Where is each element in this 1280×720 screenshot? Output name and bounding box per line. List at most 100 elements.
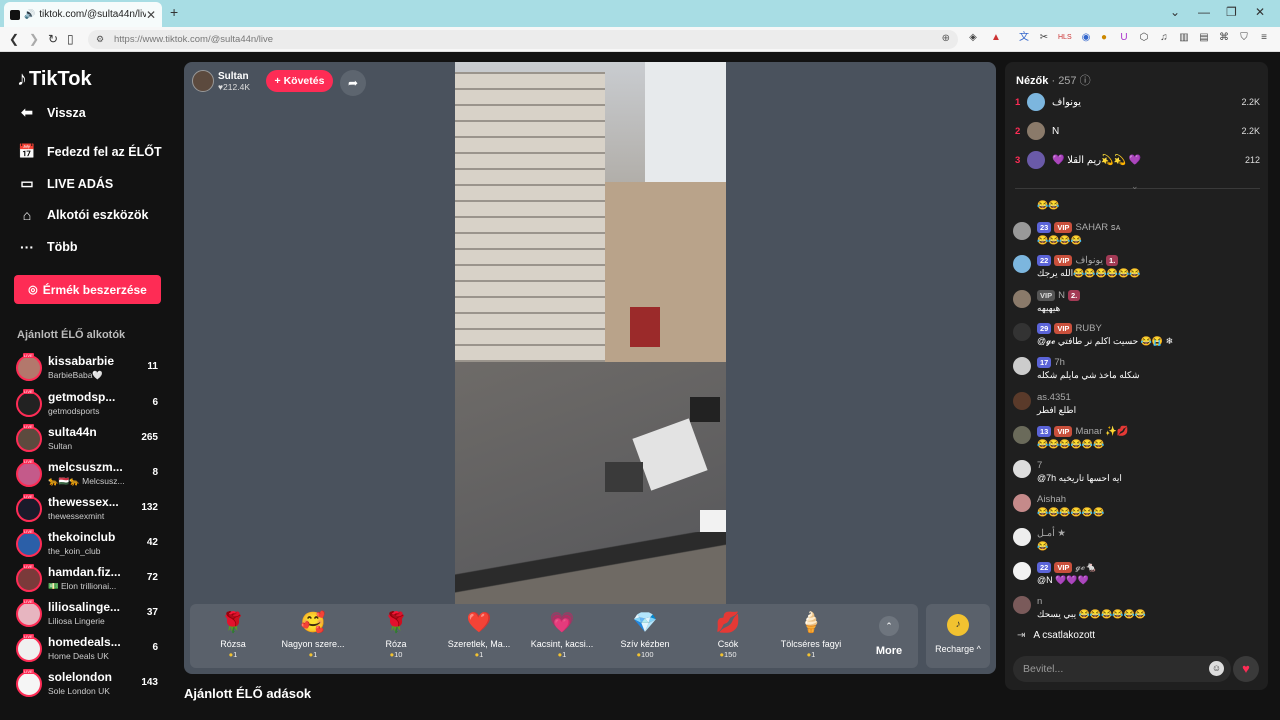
gift-name: Szeretlek, Ma... [447, 639, 511, 649]
message-header: 22 VIP 𝓰𝓮🐁 [1037, 562, 1097, 573]
reload-icon[interactable]: ↻ [48, 32, 58, 46]
gift-item[interactable]: 🥰 Nagyon szere... ●1 [272, 610, 354, 666]
menu-icon[interactable]: ≡ [1258, 32, 1270, 44]
gift-item[interactable]: 🌹 Róza ●10 [355, 610, 437, 666]
message-text: @𝓰𝓮 حسيت اكلم نر طافتي 😂😭 ❄ [1037, 336, 1174, 346]
warning-icon[interactable]: ▲ [990, 32, 1002, 44]
message-text: اطلع افطر [1037, 405, 1077, 415]
live-badge: LIVE [23, 634, 34, 639]
tab-list-chevron-icon[interactable]: ⌄ [1170, 5, 1180, 19]
sender-name: 7h [1054, 357, 1065, 368]
creator-item[interactable]: LIVE homedeals... Home Deals UK 6 [16, 634, 161, 666]
creator-item[interactable]: LIVE solelondon Sole London UK 143 [16, 669, 161, 701]
avatar [1013, 255, 1031, 273]
translate-icon[interactable]: 文 [1018, 32, 1030, 44]
rosa-gift-icon: 🌹 [383, 612, 409, 634]
sidebar-item-creator-tools[interactable]: ⌂ Alkotói eszközök [17, 207, 149, 223]
avatar [16, 496, 42, 522]
gift-item[interactable]: 💎 Szív kézben ●100 [604, 610, 686, 666]
sidebar-item-live-studio[interactable]: ▭ LIVE ADÁS [17, 175, 113, 192]
sidebar-item-more[interactable]: ··· Több [17, 239, 78, 255]
recharge-label: Recharge ^ [935, 644, 981, 654]
gift-item[interactable]: ❤️ Szeretlek, Ma... ●1 [438, 610, 520, 666]
tab-title: tiktok.com/@sulta44n/live [39, 9, 146, 20]
speaker-icon[interactable]: 🔊 [24, 9, 35, 20]
gift-item[interactable]: 🌹 Rózsa ●1 [192, 610, 274, 666]
more-label: More [875, 645, 903, 657]
hls-icon[interactable]: HLS [1058, 32, 1072, 44]
zoom-icon[interactable]: ⊕ [942, 33, 950, 44]
chat-input-placeholder: Bevitel... [1023, 663, 1064, 675]
avatar [1013, 494, 1031, 512]
creator-item[interactable]: LIVE thewessex... thewessexmint 132 [16, 494, 161, 526]
host-info[interactable]: Sultan ♥212.4K [192, 70, 250, 92]
get-coins-button[interactable]: ◎ Érmék beszerzése [14, 275, 161, 304]
extension-icon[interactable]: ✂ [1038, 32, 1050, 44]
live-player[interactable]: Sultan ♥212.4K + Követés ➦ 🌹 Rózsa ●1 🥰 … [184, 62, 996, 674]
restore-icon[interactable]: ❐ [1226, 5, 1237, 19]
avatar [1013, 528, 1031, 546]
more-gifts-button[interactable]: ⌃ More [866, 610, 912, 664]
url-field[interactable]: ⚙ https://www.tiktok.com/@sulta44n/live … [88, 30, 958, 49]
tiktok-logo[interactable]: ♪ TikTok [17, 68, 92, 91]
extension-globe-icon[interactable]: ◉ [1080, 32, 1092, 44]
avatar [1027, 122, 1045, 140]
extension-u-icon[interactable]: U [1118, 32, 1130, 44]
host-avatar[interactable] [192, 70, 214, 92]
creator-item[interactable]: LIVE kissabarbie BarbieBaba🤍 11 [16, 353, 161, 385]
top-viewer-row[interactable]: 3 💜 ريم القلا💫💫 💜 212 [1015, 150, 1260, 170]
extension-color-icon[interactable]: ● [1098, 32, 1110, 44]
top-viewer-row[interactable]: 2 N 2.2K [1015, 121, 1260, 141]
live-video[interactable] [455, 62, 726, 604]
gift-item[interactable]: 💗 Kacsint, kacsi... ●1 [521, 610, 603, 666]
viewers-header[interactable]: Nézők · 257 ⓘ [1016, 72, 1091, 88]
extension-puzzle-icon[interactable]: ⬡ [1138, 32, 1150, 44]
creator-item[interactable]: LIVE liliosalinge... Liliosa Lingerie 37 [16, 599, 161, 631]
shield-icon[interactable]: ◈ [967, 32, 979, 44]
avatar [1013, 323, 1031, 341]
share-icon[interactable]: ➦ [340, 70, 366, 96]
chevron-down-icon[interactable]: ⌄ [1131, 181, 1139, 192]
vpn-icon[interactable]: ⌘ [1218, 32, 1230, 44]
avatar [16, 566, 42, 592]
video-building [455, 72, 605, 392]
site-settings-icon[interactable]: ⚙ [96, 34, 104, 45]
close-tab-icon[interactable]: ✕ [146, 8, 156, 22]
creator-item[interactable]: LIVE hamdan.fiz... 💵 Elon trillionai... … [16, 564, 161, 596]
creator-item[interactable]: LIVE thekoinclub the_koin_club 42 [16, 529, 161, 561]
sidebar-item-explore-live[interactable]: 📅 Fedezd fel az ÉLŐT [17, 143, 161, 160]
browser-tab[interactable]: 🔊 tiktok.com/@sulta44n/live ✕ [4, 2, 162, 27]
avatar [1013, 596, 1031, 614]
message-header: n [1037, 596, 1042, 607]
creator-name: thewessex... [48, 495, 119, 509]
creator-item[interactable]: LIVE getmodsp... getmodsports 6 [16, 389, 161, 421]
message-text: 😂😂😂😂😂😂 [1037, 507, 1105, 517]
help-icon[interactable]: ⓘ [1080, 75, 1091, 87]
creator-item[interactable]: LIVE sulta44n Sultan 265 [16, 424, 161, 456]
recharge-button[interactable]: ♪ Recharge ^ [926, 604, 990, 668]
bookmark-icon[interactable]: ▯ [67, 32, 74, 46]
top-viewer-row[interactable]: 1 يونواف 2.2K [1015, 92, 1260, 112]
music-icon[interactable]: ♫ [1158, 32, 1170, 44]
sidebar-icon[interactable]: ▥ [1178, 32, 1190, 44]
creator-sub: thewessexmint [48, 511, 105, 521]
brave-shield-icon[interactable]: ⛉ [1238, 32, 1250, 44]
gift-item[interactable]: 💋 Csók ●150 [687, 610, 769, 666]
host-likes: ♥212.4K [218, 81, 250, 92]
creator-item[interactable]: LIVE melcsuszm... 🐆🇭🇺🐆 Melcsusz... 8 [16, 459, 161, 491]
chat-input[interactable]: Bevitel... ☺ [1013, 656, 1231, 682]
follow-button[interactable]: + Követés [266, 70, 333, 92]
gift-name: Csók [717, 639, 739, 649]
creator-sub: Sole London UK [48, 686, 110, 696]
get-coins-label: Érmék beszerzése [42, 282, 147, 297]
wallet-icon[interactable]: ▤ [1198, 32, 1210, 44]
new-tab-icon[interactable]: + [170, 4, 178, 20]
back-icon[interactable]: ❮ [9, 32, 19, 46]
forward-icon[interactable]: ❯ [29, 32, 39, 46]
close-window-icon[interactable]: ✕ [1255, 5, 1265, 19]
emoji-icon[interactable]: ☺ [1209, 661, 1224, 676]
minimize-icon[interactable]: — [1198, 5, 1210, 19]
back-link[interactable]: ⬅ Vissza [17, 104, 86, 121]
like-heart-button[interactable]: ♥ [1233, 656, 1259, 682]
gift-item[interactable]: 🍦 Tölcséres fagyi ●1 [770, 610, 852, 666]
